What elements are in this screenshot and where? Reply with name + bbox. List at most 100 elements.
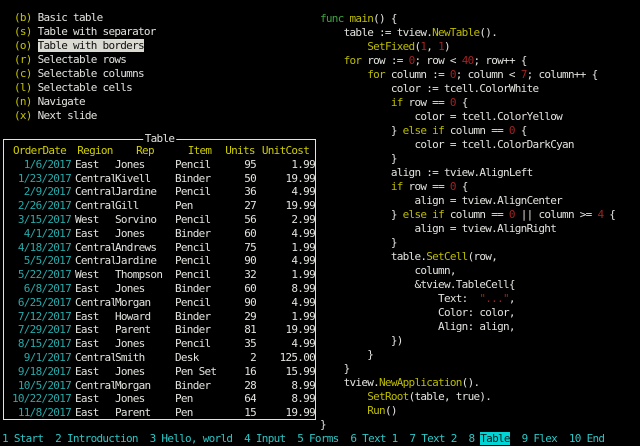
status-item-forms[interactable]: 5 Forms	[297, 432, 338, 445]
status-item-text-2[interactable]: 7 Text 2	[409, 432, 456, 445]
code-token: }	[320, 362, 350, 375]
menu-item-selectable-rows[interactable]: (r) Selectable rows	[14, 53, 156, 67]
code-line: align := tview.AlignLeft	[320, 166, 615, 180]
table-cell: 2/9/2017	[8, 185, 71, 199]
table-header-cell: Units	[224, 144, 256, 158]
table-row: 1/6/2017EastJonesPencil951.99	[4, 158, 315, 172]
table-row: 10/5/2017CentralMorganBinder288.99	[4, 379, 315, 393]
code-token: SetCell	[426, 250, 467, 263]
table-cell: 10/5/2017	[8, 379, 71, 393]
code-line: tview.NewApplication().	[320, 376, 615, 390]
table-cell: 1/23/2017	[8, 172, 71, 186]
code-line: color = tcell.ColorYellow	[320, 110, 615, 124]
menu-item-next-slide[interactable]: (x) Next slide	[14, 109, 156, 123]
code-token: column ==	[444, 208, 509, 221]
code-line: }	[320, 362, 615, 376]
table-cell: 16	[224, 365, 256, 379]
table-row: 6/8/2017EastJonesBinder608.99	[4, 282, 315, 296]
code-token: NewTable	[432, 26, 479, 39]
table-cell: Central	[75, 199, 115, 213]
table-cell: 125.00	[256, 351, 315, 365]
code-token: ; row++ {	[474, 54, 527, 67]
table-cell: 2	[224, 351, 256, 365]
code-line: for column := 0; column < 7; column++ {	[320, 68, 615, 82]
code-line: align = tview.AlignCenter	[320, 194, 615, 208]
menu-item-navigate[interactable]: (n) Navigate	[14, 95, 156, 109]
menu-key: (r)	[14, 53, 32, 66]
table-cell: Jones	[115, 392, 175, 406]
table-cell: 7/29/2017	[8, 323, 71, 337]
table-cell: Jones	[115, 227, 175, 241]
table-cell: 8.99	[256, 379, 315, 393]
code-line: }	[320, 348, 615, 362]
table-cell: Pencil	[175, 241, 224, 255]
code-token: }	[320, 208, 403, 221]
code-token: {	[456, 96, 468, 109]
status-item-text-1[interactable]: 6 Text 1	[350, 432, 397, 445]
code-token: main	[350, 12, 374, 25]
table-cell: East	[75, 323, 115, 337]
status-item-table[interactable]: 8 Table	[468, 432, 509, 445]
table-cell: 4.99	[256, 227, 315, 241]
status-item-introduction[interactable]: 2 Introduction	[55, 432, 138, 445]
table-row: 5/5/2017CentralJardinePencil904.99	[4, 254, 315, 268]
menu-item-selectable-columns[interactable]: (c) Selectable columns	[14, 67, 156, 81]
table-cell: 56	[224, 213, 256, 227]
status-item-label: Forms	[309, 432, 339, 445]
table-cell: Pen	[175, 199, 224, 213]
table-cell: 35	[224, 337, 256, 351]
table-cell: Jones	[115, 158, 175, 172]
table-cell: Jones	[115, 282, 175, 296]
menu-item-table-with-separator[interactable]: (s) Table with separator	[14, 25, 156, 39]
code-token: 40	[462, 54, 474, 67]
table-cell: East	[75, 365, 115, 379]
table-cell: 10/22/2017	[8, 392, 71, 406]
status-item-end[interactable]: 10 End	[569, 432, 604, 445]
code-line: }	[320, 236, 615, 250]
menu-item-table-with-borders[interactable]: (o) Table with borders	[14, 39, 156, 53]
table-cell: 15	[224, 406, 256, 420]
table-cell: Thompson	[115, 268, 175, 282]
table-cell: 3/15/2017	[8, 213, 71, 227]
table-cell: 1.99	[256, 268, 315, 282]
code-token: if	[391, 96, 403, 109]
code-token: table := tview.	[320, 26, 432, 39]
status-item-input[interactable]: 4 Input	[244, 432, 285, 445]
code-token: }	[320, 418, 326, 431]
table-row: 5/22/2017WestThompsonPencil321.99	[4, 268, 315, 282]
table-cell: Pencil	[175, 213, 224, 227]
code-token: align = tview.AlignCenter	[320, 194, 562, 207]
table-cell: 8/15/2017	[8, 337, 71, 351]
status-item-number: 5	[297, 432, 303, 445]
code-token: row ==	[403, 96, 450, 109]
menu-item-basic-table[interactable]: (b) Basic table	[14, 11, 156, 25]
menu-item-selectable-cells[interactable]: (l) Selectable cells	[14, 81, 156, 95]
code-line: align = tview.AlignRight	[320, 222, 615, 236]
table-row: 2/9/2017CentralJardinePencil364.99	[4, 185, 315, 199]
terminal-screen: (b) Basic table(s) Table with separator(…	[0, 0, 640, 446]
table-cell: West	[75, 213, 115, 227]
table-row: 4/1/2017EastJonesBinder604.99	[4, 227, 315, 241]
status-item-hello-world[interactable]: 3 Hello, world	[150, 432, 233, 445]
table-cell: Pen	[175, 392, 224, 406]
table-cell: Pencil	[175, 185, 224, 199]
code-line: })	[320, 334, 615, 348]
table-row: 4/18/2017CentralAndrewsPencil751.99	[4, 241, 315, 255]
menu-key: (c)	[14, 67, 32, 80]
table-cell: 19.99	[256, 199, 315, 213]
table-cell: 19.99	[256, 323, 315, 337]
table-cell: 15.99	[256, 365, 315, 379]
table-cell: 2/26/2017	[8, 199, 71, 213]
status-item-flex[interactable]: 9 Flex	[522, 432, 557, 445]
table-cell: 1.99	[256, 241, 315, 255]
code-token: ; column <	[456, 68, 521, 81]
code-token: Text:	[320, 292, 479, 305]
code-token: color := tcell.ColorWhite	[320, 82, 538, 95]
table-cell: West	[75, 268, 115, 282]
code-line: }	[320, 418, 615, 432]
code-token: row :=	[361, 54, 408, 67]
code-token: ,	[509, 292, 515, 305]
status-item-label: Flex	[533, 432, 557, 445]
status-item-start[interactable]: 1 Start	[2, 432, 43, 445]
status-item-label: End	[587, 432, 605, 445]
